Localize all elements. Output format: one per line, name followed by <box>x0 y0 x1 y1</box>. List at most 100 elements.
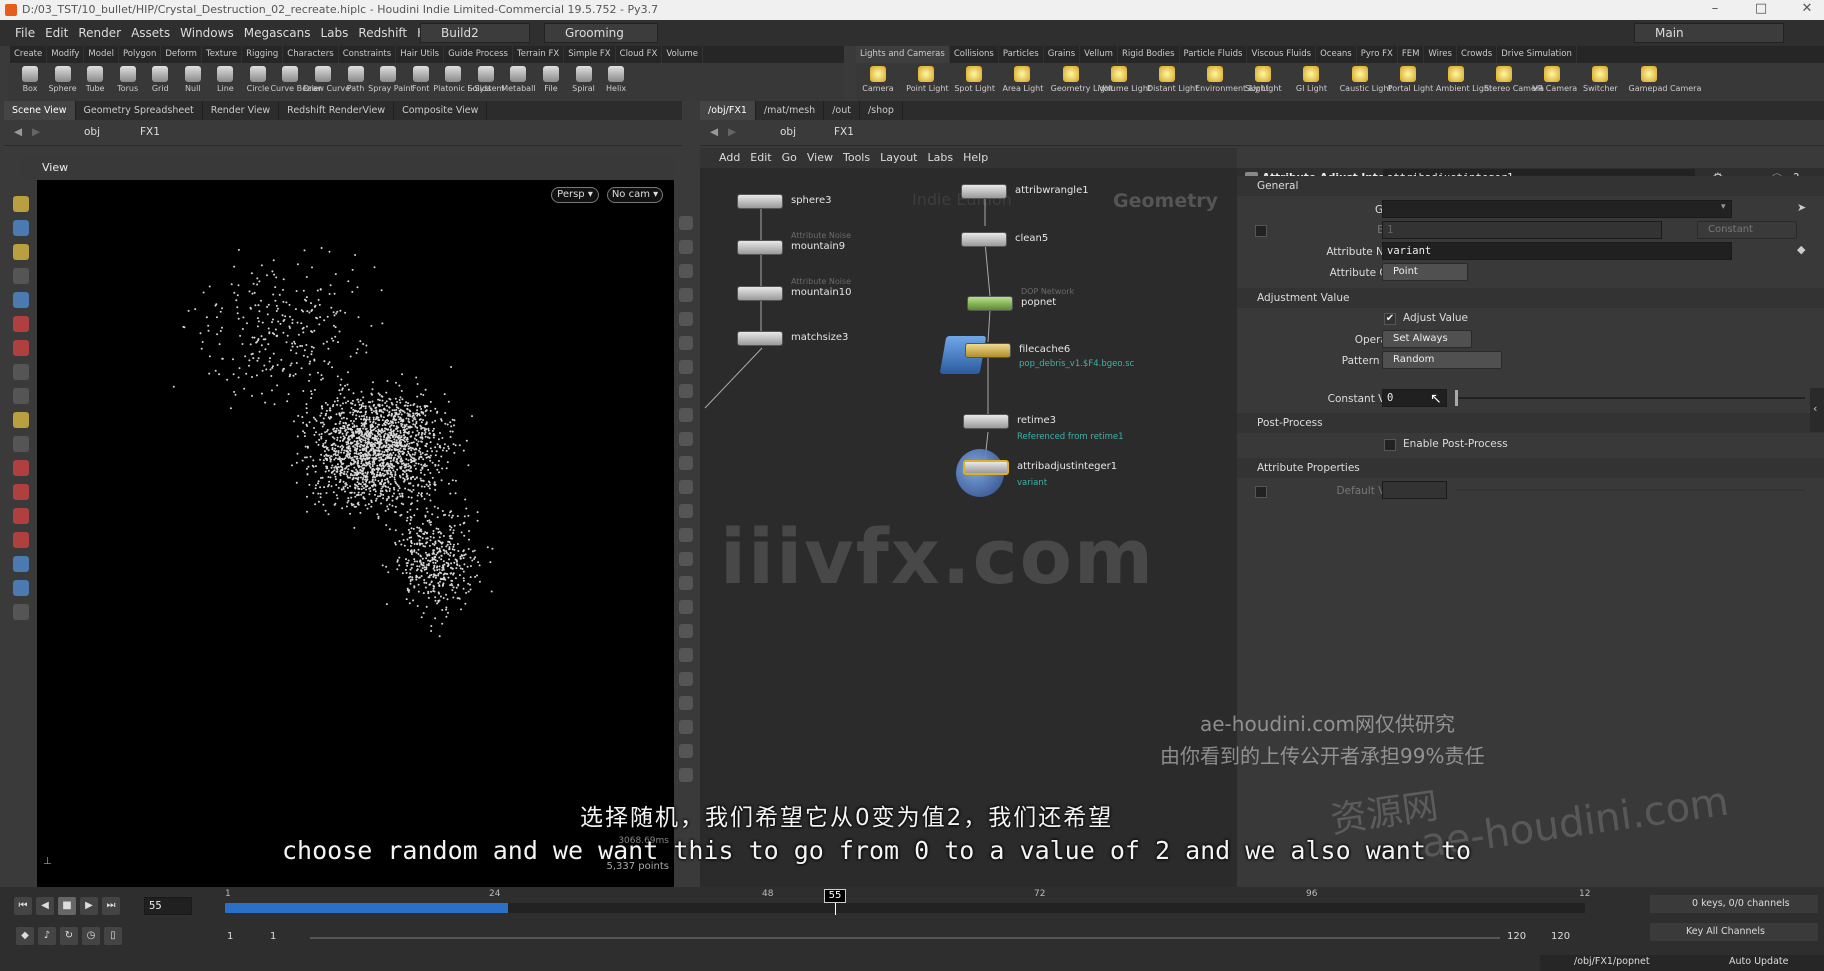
shelf-tab[interactable]: Cloud FX <box>616 46 663 63</box>
playhead[interactable] <box>835 903 836 915</box>
shelf-tool-area-light[interactable]: Area Light <box>1002 63 1043 101</box>
start-frame[interactable]: 1 <box>227 931 233 942</box>
node-body[interactable] <box>961 184 1007 199</box>
node-body[interactable] <box>737 194 783 209</box>
pane-tab[interactable]: /out <box>824 101 860 120</box>
current-frame-marker[interactable]: 55 <box>824 889 846 903</box>
viewport-tool-icon[interactable] <box>13 508 29 524</box>
adjust-value-checkbox[interactable]: ✔ <box>1384 313 1396 325</box>
shelf-tab[interactable]: FEM <box>1398 46 1425 63</box>
menu-render[interactable]: Render <box>73 20 126 46</box>
section-post-process[interactable]: Post-Process <box>1237 413 1824 433</box>
shelf-tool-gi-light[interactable]: GI Light <box>1291 63 1331 101</box>
pane-tab[interactable]: /shop <box>860 101 903 120</box>
shelf-tab[interactable]: Particle Fluids <box>1180 46 1248 63</box>
display-option-icon[interactable] <box>679 696 693 710</box>
select-arrow-icon[interactable]: ➤ <box>1797 201 1806 214</box>
shelf-tool-switcher[interactable]: Switcher <box>1580 63 1620 101</box>
pane-tab[interactable]: Composite View <box>394 101 488 120</box>
shelf-tool-caustic-light[interactable]: Caustic Light <box>1340 63 1392 101</box>
shelf-tab[interactable]: Lights and Cameras <box>856 46 950 63</box>
viewport-tool-icon[interactable] <box>13 604 29 620</box>
shelf-tab[interactable]: Constraints <box>339 46 397 63</box>
shelf-tab[interactable]: Guide Process <box>444 46 513 63</box>
camera-menu[interactable]: No cam ▾ <box>607 187 663 203</box>
shelf-tab[interactable]: Drive Simulation <box>1497 46 1577 63</box>
viewport-tool-icon[interactable] <box>13 364 29 380</box>
constant-value-slider[interactable] <box>1455 397 1805 399</box>
display-option-icon[interactable] <box>679 384 693 398</box>
loop-icon[interactable]: ↻ <box>60 927 78 945</box>
shelf-tab[interactable]: Grains <box>1044 46 1081 63</box>
network-menu-item[interactable]: Help <box>958 148 993 168</box>
shelf-tab[interactable]: Simple FX <box>564 46 616 63</box>
stop-button[interactable]: ■ <box>58 897 76 915</box>
auto-update-menu[interactable]: Auto Update <box>1729 956 1788 967</box>
shelf-tool-volume-light[interactable]: Volume Light <box>1099 63 1151 101</box>
shelf-tool-stereo-camera[interactable]: Stereo Camera <box>1484 63 1544 101</box>
display-option-icon[interactable] <box>679 432 693 446</box>
shelf-tab[interactable]: Rigid Bodies <box>1118 46 1180 63</box>
network-menu-item[interactable]: Tools <box>838 148 875 168</box>
shelf-tab[interactable]: Model <box>84 46 119 63</box>
path-root[interactable]: obj <box>84 126 100 138</box>
play-button[interactable]: ▶ <box>80 897 98 915</box>
network-menu-item[interactable]: Edit <box>745 148 776 168</box>
main-selector[interactable]: Main <box>1634 23 1784 43</box>
network-menu-item[interactable]: Layout <box>875 148 922 168</box>
key-all-channels-menu[interactable]: Key All Channels <box>1650 923 1818 941</box>
shelf-tool-vr-camera[interactable]: VR Camera <box>1532 63 1577 101</box>
forward-arrow-icon[interactable]: ▶ <box>728 126 736 138</box>
viewport-tool-icon[interactable] <box>13 340 29 356</box>
back-arrow-icon[interactable]: ◀ <box>14 126 22 138</box>
jump-end-button[interactable]: ⏭ <box>102 897 120 915</box>
display-option-icon[interactable] <box>679 720 693 734</box>
forward-arrow-icon[interactable]: ▶ <box>32 126 40 138</box>
display-option-icon[interactable] <box>679 672 693 686</box>
shelf-tab[interactable]: Create <box>10 46 48 63</box>
display-option-icon[interactable] <box>679 456 693 470</box>
shelf-tool-portal-light[interactable]: Portal Light <box>1388 63 1433 101</box>
context-selector[interactable]: Grooming <box>544 23 658 43</box>
node-body[interactable] <box>737 286 783 301</box>
shelf-tab[interactable]: Polygon <box>119 46 162 63</box>
node-body[interactable] <box>963 460 1009 475</box>
shelf-tab[interactable]: Collisions <box>950 46 999 63</box>
display-option-icon[interactable] <box>679 504 693 518</box>
viewport-tool-icon[interactable] <box>13 268 29 284</box>
shelf-tab[interactable]: Oceans <box>1316 46 1357 63</box>
end-frame-2[interactable]: 120 <box>1551 931 1570 942</box>
shelf-tool-distant-light[interactable]: Distant Light <box>1147 63 1198 101</box>
shelf-tab[interactable]: Hair Utils <box>396 46 445 63</box>
shelf-tab[interactable]: Vellum <box>1080 46 1118 63</box>
pattern-type-menu[interactable]: Random <box>1382 351 1502 369</box>
pane-tab[interactable]: Scene View <box>4 101 76 120</box>
network-menu-item[interactable]: View <box>802 148 838 168</box>
section-adjustment[interactable]: Adjustment Value <box>1237 288 1824 308</box>
pane-tab[interactable]: Render View <box>203 101 280 120</box>
network-menu-item[interactable]: Go <box>777 148 802 168</box>
viewport-tool-icon[interactable] <box>13 580 29 596</box>
shelf-tool-spot-light[interactable]: Spot Light <box>954 63 995 101</box>
display-option-icon[interactable] <box>679 552 693 566</box>
default-value-slider[interactable] <box>1455 489 1805 491</box>
pane-tab[interactable]: Geometry Spreadsheet <box>76 101 203 120</box>
collapse-pane-handle[interactable]: ‹ <box>1810 388 1824 432</box>
network-menu-item[interactable]: Add <box>714 148 745 168</box>
operation-menu[interactable]: Set Always <box>1382 330 1472 348</box>
minimize-button[interactable]: – <box>1700 0 1730 20</box>
viewport-tool-icon[interactable] <box>13 292 29 308</box>
viewport-tool-icon[interactable] <box>13 316 29 332</box>
persp-menu[interactable]: Persp ▾ <box>551 187 599 203</box>
close-button[interactable]: ✕ <box>1792 0 1822 20</box>
default-value-field[interactable] <box>1382 481 1447 499</box>
viewport-tool-icon[interactable] <box>13 532 29 548</box>
shelf-tab[interactable]: Rigging <box>242 46 284 63</box>
node-body[interactable] <box>961 232 1007 247</box>
display-option-icon[interactable] <box>679 624 693 638</box>
display-option-icon[interactable] <box>679 360 693 374</box>
viewport-tool-icon[interactable] <box>13 484 29 500</box>
shelf-tab[interactable]: Particles <box>999 46 1044 63</box>
viewport-tool-icon[interactable] <box>13 244 29 260</box>
menu-assets[interactable]: Assets <box>126 20 175 46</box>
